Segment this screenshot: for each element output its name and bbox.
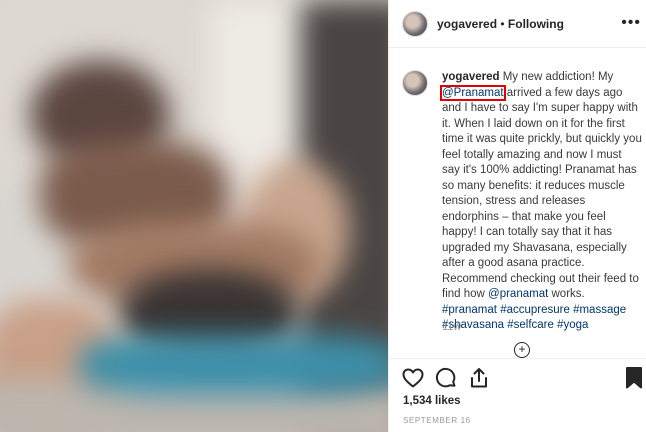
caption-comment: yogavered My new addiction! My @Pranamat… <box>389 48 646 358</box>
post-actions: 1,534 likes SEPTEMBER 16 <box>389 358 646 432</box>
caption-username[interactable]: yogavered <box>442 71 500 83</box>
hashtag-link[interactable]: #massage <box>573 304 626 316</box>
separator: • <box>500 17 505 31</box>
share-icon[interactable] <box>467 366 491 390</box>
mention-link[interactable]: @pranamat <box>488 288 548 300</box>
post-date: SEPTEMBER 16 <box>403 416 471 425</box>
post-header: yogavered • Following ••• <box>389 0 646 48</box>
bookmark-icon[interactable] <box>625 366 646 390</box>
comment-icon[interactable] <box>434 366 458 390</box>
caption-text-part: My new addiction! My <box>499 71 614 83</box>
hashtag-link[interactable]: #pranamat <box>442 304 497 316</box>
photo-region <box>80 335 388 395</box>
comment-time[interactable]: 11w <box>442 321 461 333</box>
header-username[interactable]: yogavered <box>437 17 497 31</box>
load-more-comments-button[interactable]: + <box>514 342 530 358</box>
caption-text: yogavered My new addiction! My @Pranamat… <box>440 70 642 334</box>
heart-icon[interactable] <box>401 366 425 390</box>
avatar[interactable] <box>402 11 428 37</box>
post-photo[interactable] <box>0 0 388 432</box>
likes-count[interactable]: 1,534 likes <box>403 395 461 407</box>
hashtag-link[interactable]: #yoga <box>557 319 588 331</box>
hashtag-link[interactable]: #accupresure <box>500 304 570 316</box>
mention-link-highlighted[interactable]: @Pranamat <box>440 84 506 101</box>
caption-text-part: works. <box>548 288 585 300</box>
avatar[interactable] <box>402 70 428 96</box>
hashtag-link[interactable]: #selfcare <box>507 319 554 331</box>
post-sidebar: yogavered • Following ••• yogavered My n… <box>388 0 646 432</box>
header-text: yogavered • Following <box>437 17 564 31</box>
following-button[interactable]: Following <box>508 17 564 31</box>
caption-text-part: arrived a few days ago and I have to say… <box>442 86 642 301</box>
more-horizontal-icon[interactable]: ••• <box>621 14 641 32</box>
